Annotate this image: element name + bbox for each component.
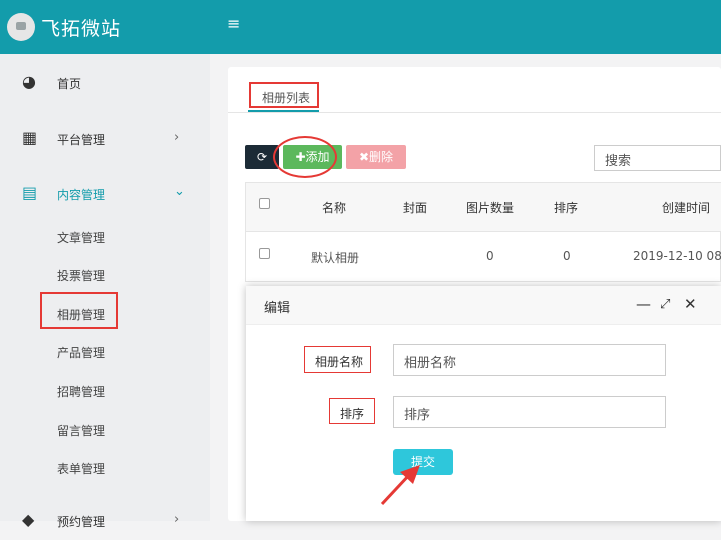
cell-count: 0 [486,249,494,263]
column-header-created[interactable]: 创建时间 [662,199,710,216]
annotation-arrow [380,465,420,506]
column-header-count[interactable]: 图片数量 [466,199,514,216]
row-checkbox[interactable] [259,248,270,259]
column-header-name[interactable]: 名称 [322,199,346,216]
album-name-placeholder: 相册名称 [404,356,457,371]
cell-sort: 0 [563,249,571,263]
sort-field[interactable] [393,396,666,428]
sidebar-subitem-article[interactable]: 文章管理 [57,229,105,246]
sidebar-subitem-recruit[interactable]: 招聘管理 [57,383,105,400]
sort-placeholder: 排序 [404,408,431,423]
minimize-icon[interactable]: — [636,295,651,313]
sidebar-item-label: 平台管理 [57,133,106,147]
delete-button-label: 删除 [369,150,394,164]
sidebar-item-booking[interactable]: ◆ 预约管理 › [0,500,210,540]
cell-name: 默认相册 [311,251,360,265]
sidebar-subitem-vote[interactable]: 投票管理 [57,267,105,284]
search-placeholder: 搜索 [605,154,632,169]
sidebar-item-content[interactable]: ▤ 内容管理 ⌄ [0,173,210,213]
close-icon: ✖ [358,150,370,164]
active-tab-indicator [248,110,319,112]
delete-button[interactable]: ✖删除 [346,145,406,169]
sidebar-subitem-form[interactable]: 表单管理 [57,460,105,477]
document-icon: ▤ [22,183,38,202]
cell-created: 2019-12-10 08:07 [633,249,721,263]
sidebar-subitem-product[interactable]: 产品管理 [57,344,105,361]
album-name-label: 相册名称 [315,355,364,369]
chevron-down-icon: ⌄ [174,184,185,199]
annotation-box-tab [249,82,319,108]
dashboard-icon: ◕ [22,72,36,91]
sidebar-subitem-message[interactable]: 留言管理 [57,422,105,439]
chevron-right-icon: › [174,512,180,527]
modal-title: 编辑 [264,301,291,316]
app-title: 飞拓微站 [41,18,122,40]
bell-icon: ◆ [22,510,35,529]
refresh-icon: ⟳ [256,150,268,164]
sidebar-item-label: 预约管理 [57,515,106,529]
maximize-icon[interactable]: ⤢ [660,297,670,312]
chevron-right-icon: › [174,130,180,145]
sort-label: 排序 [340,407,365,421]
hamburger-menu-icon[interactable]: ≡ [227,14,240,33]
annotation-box-album-menu [40,292,118,329]
column-header-sort[interactable]: 排序 [554,199,578,216]
sidebar-item-platform[interactable]: ▦ 平台管理 › [0,118,210,158]
sidebar-item-label: 内容管理 [57,188,106,202]
sidebar-item-home[interactable]: ◕ 首页 [0,62,210,102]
grid-icon: ▦ [22,128,38,147]
select-all-checkbox[interactable] [259,198,270,209]
tab-divider [228,112,721,113]
close-icon[interactable]: ✕ [684,295,697,313]
app-logo [7,13,35,41]
column-header-cover[interactable]: 封面 [403,199,427,216]
sidebar-item-label: 首页 [57,77,82,91]
annotation-oval-add [273,136,337,178]
